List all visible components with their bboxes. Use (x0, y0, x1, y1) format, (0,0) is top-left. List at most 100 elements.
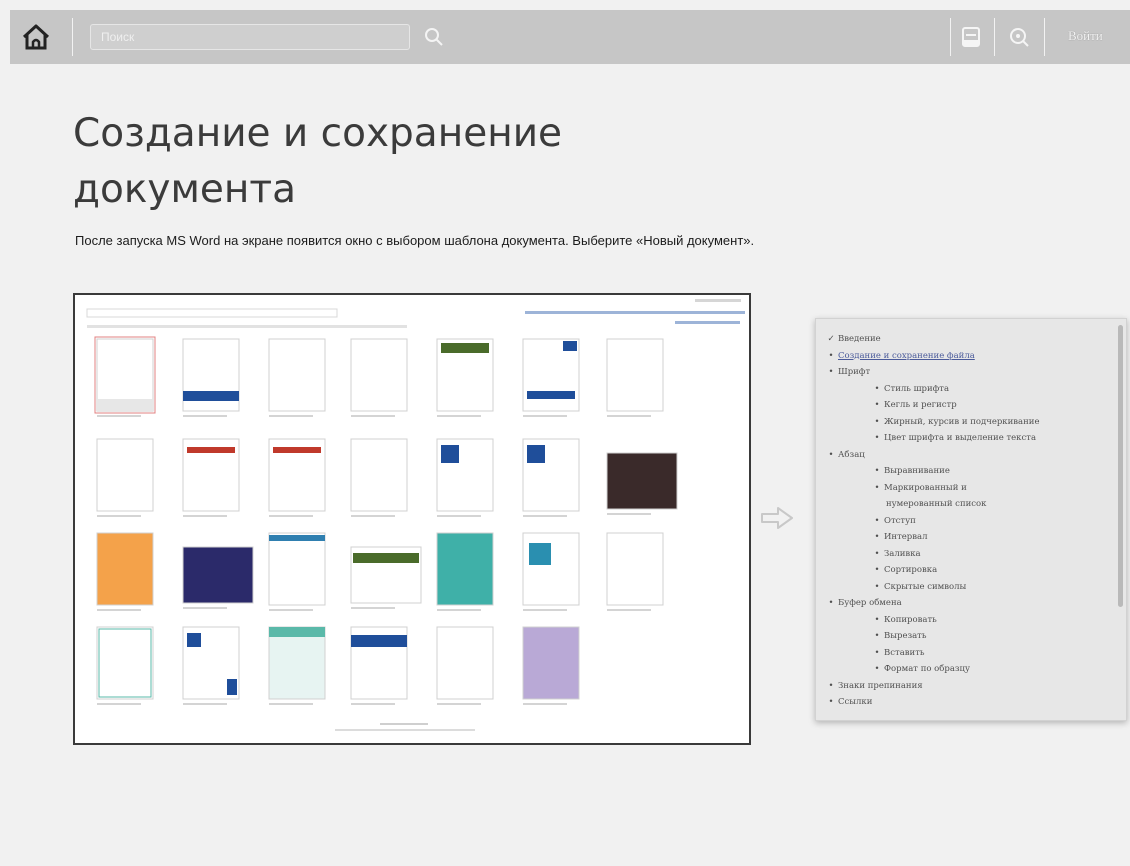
toc-item[interactable]: • Выравнивание (824, 463, 1108, 480)
template-shape (522, 626, 580, 700)
toc-item[interactable]: • Кегль и регистр (824, 397, 1108, 414)
bullet-icon: • (828, 367, 834, 377)
template-shape (268, 532, 326, 606)
toc-item[interactable]: • Создание и сохранение файла (824, 348, 1108, 365)
toc-item[interactable]: • Ссылки (824, 694, 1108, 711)
toc-item-label: Жирный, курсив и подчеркивание (884, 416, 1040, 427)
template-shape (97, 399, 153, 411)
toc-item[interactable]: • Вставить (824, 645, 1108, 662)
template-shape (437, 609, 481, 611)
template-shape (97, 703, 141, 705)
toc-item-label: Абзац (838, 449, 865, 460)
toc-item[interactable]: • Вырезать (824, 628, 1108, 645)
template-shape (523, 703, 567, 705)
contents-button[interactable] (958, 24, 984, 50)
toc-item-label[interactable]: Создание и сохранение файла (838, 351, 975, 361)
toc-item[interactable]: • Буфер обмена (824, 595, 1108, 612)
template-shape (351, 415, 395, 417)
template-shape (97, 515, 141, 517)
toc-item-label: Интервал (884, 532, 928, 542)
template-shape (183, 415, 227, 417)
template-shape (607, 609, 651, 611)
template-shape (523, 515, 567, 517)
template-shape (350, 338, 408, 412)
toc-item[interactable]: • Формат по образцу (824, 661, 1108, 678)
template-shape (183, 515, 227, 517)
template-shape (227, 679, 237, 695)
template-shape (441, 445, 459, 463)
bullet-icon: • (874, 565, 880, 575)
template-shape (606, 532, 664, 606)
template-shape (97, 415, 141, 417)
toc-item[interactable]: • Шрифт (824, 364, 1108, 381)
bullet-icon: • (874, 515, 880, 526)
toc-item-label: Введение (838, 334, 881, 344)
toc-list: ✓ Введение • Создание и сохранение файла • Шр… (824, 331, 1108, 711)
template-shape (437, 415, 481, 417)
template-shape (441, 343, 489, 353)
zoom-button[interactable] (1006, 24, 1032, 50)
bullet-icon: • (874, 664, 880, 674)
toc-item-label: Вырезать (884, 631, 927, 641)
bullet-icon: • (828, 449, 834, 460)
toc-item[interactable]: • Заливка (824, 546, 1108, 563)
toc-item[interactable]: • Цвет шрифта и выделение текста (824, 430, 1108, 447)
template-shape (96, 532, 154, 606)
toolbar-divider (994, 18, 995, 56)
toc-item-label: Цвет шрифта и выделение текста (884, 433, 1037, 443)
bullet-icon: • (874, 647, 880, 658)
toc-item-label: Формат по образцу (884, 664, 971, 674)
toc-item[interactable]: • Знаки препинания (824, 678, 1108, 695)
template-shape (268, 338, 326, 412)
template-shape (182, 546, 254, 604)
toc-item[interactable]: • Скрытые символы (824, 579, 1108, 596)
template-shape (436, 532, 494, 606)
toc-scrollbar[interactable] (1118, 325, 1123, 607)
toc-item[interactable]: • Маркированный и (824, 480, 1108, 497)
bullet-icon: • (874, 433, 880, 443)
page-title: Создание и сохранение документа (73, 111, 563, 212)
search-icon (425, 28, 443, 46)
template-shape (350, 438, 408, 512)
login-link[interactable]: Войти (1068, 28, 1103, 44)
top-toolbar: Поиск Войти (10, 10, 1130, 64)
bullet-icon: • (828, 350, 834, 361)
template-shape (351, 607, 395, 609)
toc-item[interactable]: • Копировать (824, 612, 1108, 629)
template-shape (437, 515, 481, 517)
template-shape (563, 341, 577, 351)
template-shape (606, 338, 664, 412)
toc-item-label: Кегль и регистр (884, 400, 957, 410)
bullet-icon: • (874, 400, 880, 410)
toc-item[interactable]: • Абзац (824, 447, 1108, 464)
bullet-icon: • (828, 697, 834, 707)
toc-item-label: нумерованный список (886, 499, 987, 509)
toc-item-label: Скрытые символы (884, 581, 967, 592)
template-shape (96, 626, 154, 700)
bullet-icon: • (874, 466, 880, 476)
search-input[interactable]: Поиск (90, 24, 410, 50)
toolbar-divider (1044, 18, 1045, 56)
template-shape (353, 553, 419, 563)
table-of-contents: ✓ Введение • Создание и сохранение файла • Шр… (815, 318, 1127, 721)
template-shape (187, 447, 235, 453)
toc-item-label: Шрифт (838, 367, 871, 377)
template-shape (269, 609, 313, 611)
template-shape (351, 515, 395, 517)
toc-item[interactable]: ✓ Введение (824, 331, 1108, 348)
toc-item[interactable]: нумерованный список (824, 496, 1108, 513)
page-description: После запуска MS Word на экране появится… (75, 233, 755, 248)
toc-item[interactable]: • Стиль шрифта (824, 381, 1108, 398)
toc-item[interactable]: • Жирный, курсив и подчеркивание (824, 414, 1108, 431)
toc-item[interactable]: • Отступ (824, 513, 1108, 530)
template-shape (527, 445, 545, 463)
search-button[interactable] (422, 25, 446, 49)
toc-item[interactable]: • Интервал (824, 529, 1108, 546)
toc-item[interactable]: • Сортировка (824, 562, 1108, 579)
toolbar-divider (950, 18, 951, 56)
template-shape (351, 635, 407, 647)
template-shape (268, 626, 326, 700)
bullet-icon: • (874, 532, 880, 542)
home-button[interactable] (18, 20, 54, 54)
template-shape (527, 391, 575, 399)
